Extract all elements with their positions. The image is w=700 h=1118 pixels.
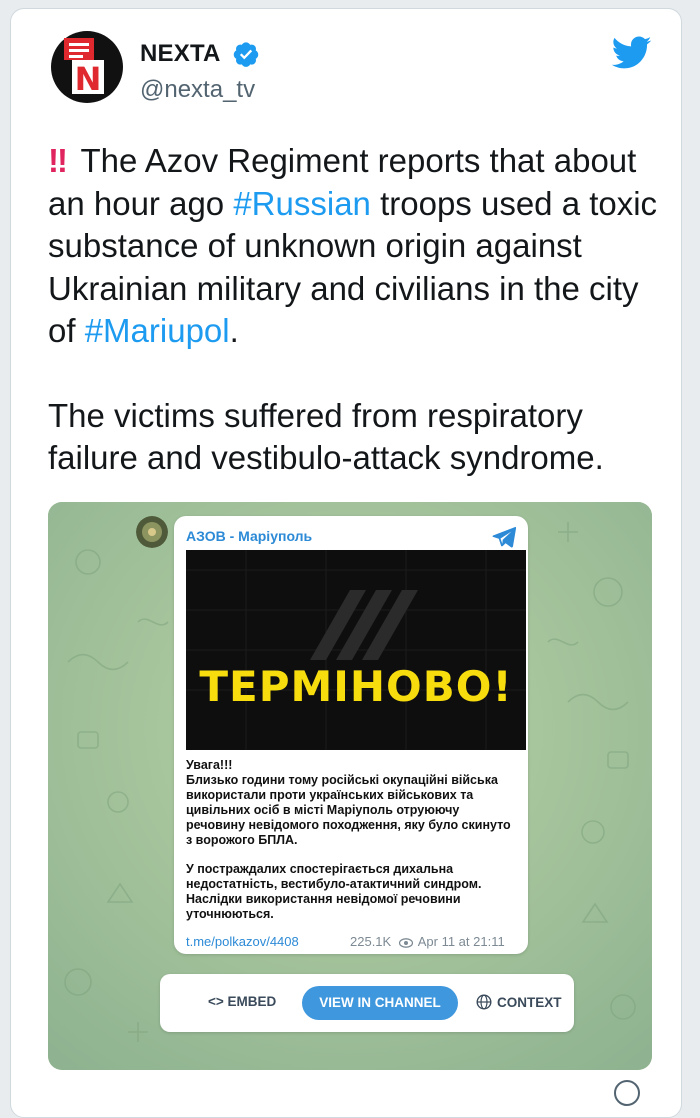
post-meta: 225.1K Apr 11 at 21:11 [350, 934, 505, 949]
post-date: Apr 11 at 21:11 [417, 934, 505, 949]
channel-name[interactable]: АЗОВ - Маріуполь [186, 528, 312, 544]
nexta-avatar[interactable]: N [50, 30, 124, 104]
post-paragraph-2: У постраждалих спостерігається дихальна … [186, 862, 482, 921]
tweet-paragraph-1: ‼ The Azov Regiment reports that about a… [48, 140, 668, 353]
eye-icon [398, 937, 413, 948]
urgent-banner-text: ТЕРМІНОВО! [199, 662, 513, 711]
views-count: 225.1K [350, 934, 392, 949]
post-body: Увага!!! Близько години тому російські о… [186, 758, 516, 936]
telegram-post: АЗОВ - Маріуполь ТЕРМІНОВО! Увага!!! Бли… [174, 516, 528, 954]
promo-image: ТЕРМІНОВО! [186, 550, 526, 750]
post-paragraph-1: Увага!!! Близько години тому російські о… [186, 758, 511, 847]
avatar-letter: N [75, 60, 102, 98]
context-label: CONTEXT [497, 995, 562, 1010]
account-handle[interactable]: @nexta_tv [140, 76, 255, 104]
tweet-paragraph-2: The victims suffered from respiratory fa… [48, 396, 604, 477]
embed-button-bar: <> EMBED VIEW IN CHANNEL CONTEXT [160, 974, 574, 1032]
telegram-embed-image[interactable]: АЗОВ - Маріуполь ТЕРМІНОВО! Увага!!! Бли… [48, 502, 652, 1070]
globe-icon [476, 994, 492, 1010]
telegram-icon[interactable] [492, 526, 517, 553]
azov-emblem-icon [186, 550, 526, 750]
account-name[interactable]: NEXTA [140, 40, 221, 68]
hashtag-mariupol-link[interactable]: #Mariupol [85, 312, 230, 349]
tweet-text-segment: . [229, 312, 239, 349]
tweet-text: ‼ The Azov Regiment reports that about a… [48, 140, 668, 480]
channel-avatar[interactable] [136, 516, 168, 548]
embed-button[interactable]: <> EMBED [208, 994, 276, 1009]
verified-badge-icon [232, 40, 260, 73]
hashtag-russian-link[interactable]: #Russian [233, 185, 371, 222]
twitter-bird-icon[interactable] [611, 36, 652, 75]
context-button[interactable]: CONTEXT [476, 994, 562, 1010]
nexta-logo-icon: N [51, 31, 123, 103]
double-exclamation-icon: ‼ [48, 142, 68, 179]
info-icon[interactable] [612, 1078, 642, 1113]
post-link[interactable]: t.me/polkazov/4408 [186, 934, 299, 949]
view-in-channel-button[interactable]: VIEW IN CHANNEL [302, 986, 458, 1020]
